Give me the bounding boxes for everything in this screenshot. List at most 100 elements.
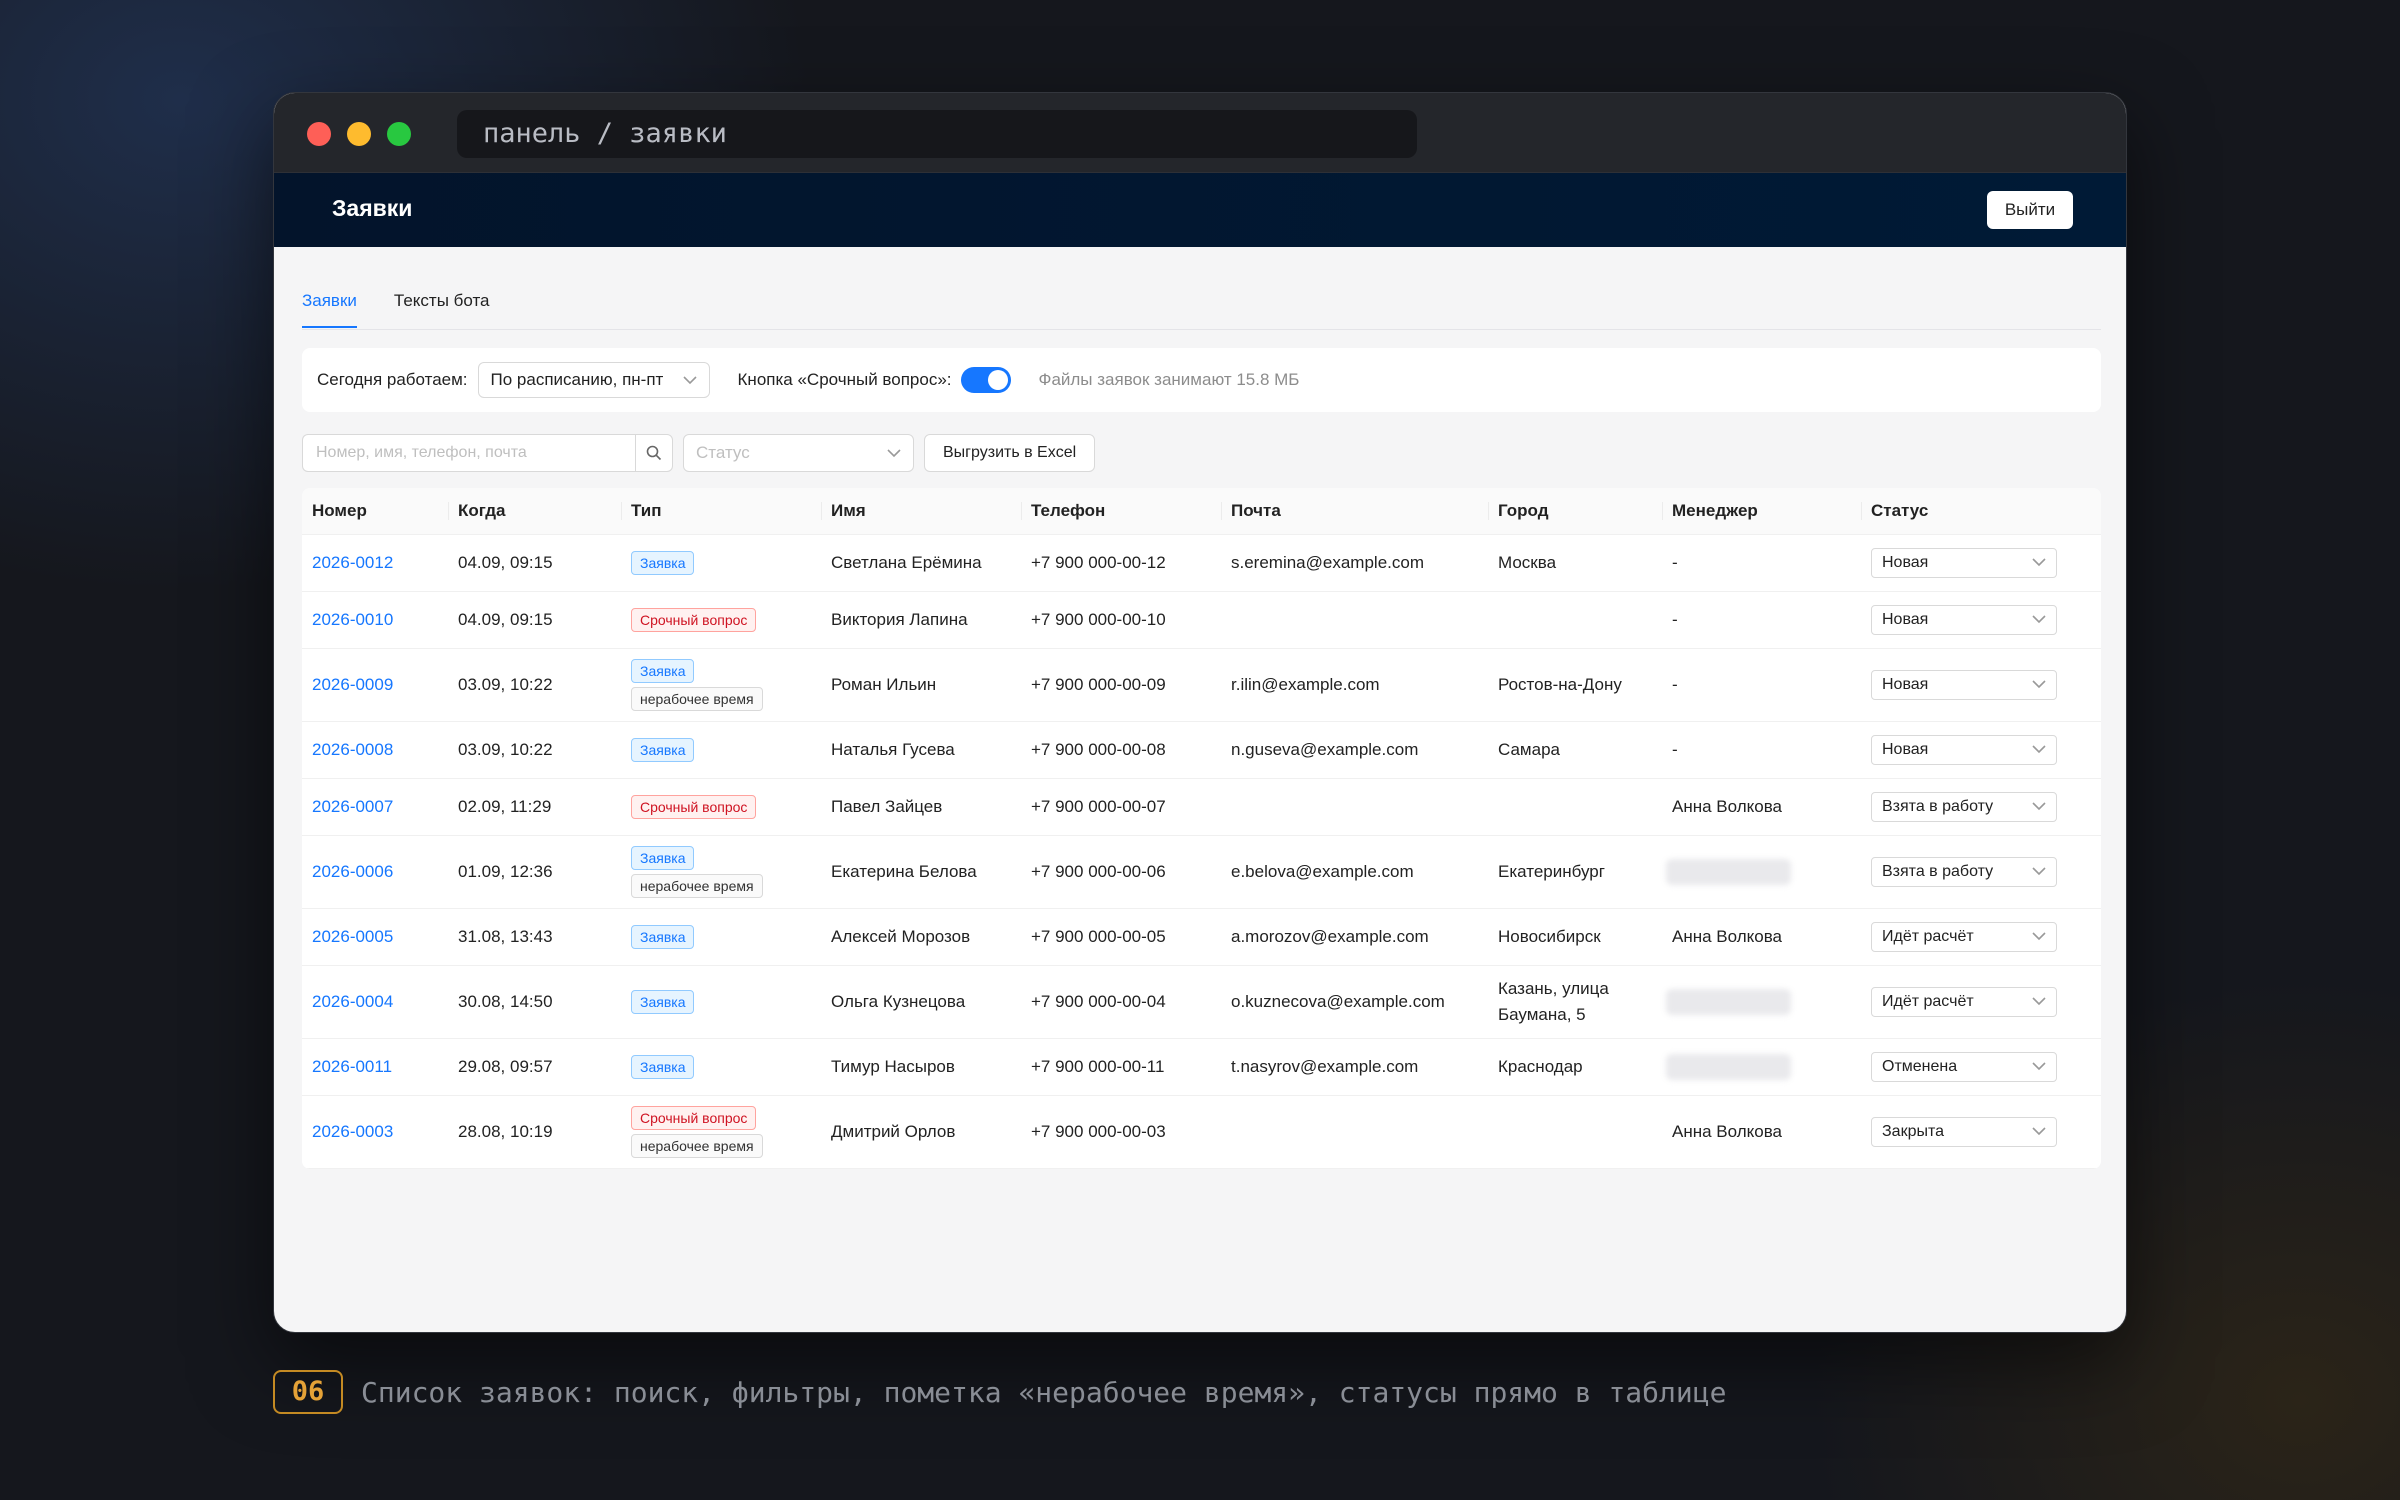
maximize-window-button[interactable] <box>387 122 411 146</box>
client-email: n.guseva@example.com <box>1231 739 1419 759</box>
table-row[interactable]: 2026-0010 04.09, 09:15 Срочный вопрос Викто… <box>302 591 2101 649</box>
tab-bar: Заявки Тексты бота <box>302 291 490 328</box>
request-time: 03.09, 10:22 <box>458 674 553 694</box>
table-row[interactable]: 2026-0007 02.09, 11:29 Срочный вопрос Павел… <box>302 778 2101 836</box>
request-number-link[interactable]: 2026-0011 <box>312 1057 392 1076</box>
table-row[interactable]: 2026-0005 31.08, 13:43 Заявка Алексей Мороз… <box>302 908 2101 966</box>
type-tags: Заявка <box>631 924 821 949</box>
schedule-select[interactable]: По расписанию, пн-пт <box>477 362 710 398</box>
table-row[interactable]: 2026-0004 30.08, 14:50 Заявка Ольга Кузнецо… <box>302 965 2101 1039</box>
client-phone: +7 900 000-00-06 <box>1031 861 1166 881</box>
table-row[interactable]: 2026-0006 01.09, 12:36 Заявка нерабочее вре… <box>302 835 2101 909</box>
client-name: Тимур Насыров <box>831 1056 955 1076</box>
request-number-link[interactable]: 2026-0006 <box>312 862 393 881</box>
column-header[interactable]: Статус <box>1861 488 2101 535</box>
client-city: Ростов-на-Дону <box>1498 674 1622 694</box>
table-row[interactable]: 2026-0003 28.08, 10:19 Срочный вопрос нераб… <box>302 1095 2101 1169</box>
request-number-link[interactable]: 2026-0008 <box>312 740 393 759</box>
column-header[interactable]: Когда <box>448 488 621 535</box>
tab-requests[interactable]: Заявки <box>302 291 357 328</box>
table-row[interactable]: 2026-0011 29.08, 09:57 Заявка Тимур Насыров… <box>302 1038 2101 1096</box>
chevron-down-icon <box>2032 558 2046 567</box>
client-phone: +7 900 000-00-09 <box>1031 674 1166 694</box>
status-select-value: Взята в работу <box>1882 862 1994 880</box>
address-bar[interactable]: панель / заявки <box>457 110 1417 158</box>
close-window-button[interactable] <box>307 122 331 146</box>
requests-table: Номер Когда Тип Имя Телефон Почта Город … <box>302 488 2101 1169</box>
type-tags: Заявка <box>631 1054 821 1079</box>
table-row[interactable]: 2026-0008 03.09, 10:22 Заявка Наталья Гусев… <box>302 721 2101 779</box>
table-row[interactable]: 2026-0012 04.09, 09:15 Заявка Светлана Ерём… <box>302 534 2101 592</box>
status-select-value: Отменена <box>1882 1057 1958 1075</box>
logout-button[interactable]: Выйти <box>1987 191 2073 229</box>
client-name: Светлана Ерёмина <box>831 552 982 572</box>
status-select[interactable]: Идёт расчёт <box>1871 986 2057 1017</box>
type-tag: Заявка <box>631 924 695 949</box>
status-select[interactable]: Закрыта <box>1871 1116 2057 1147</box>
client-phone: +7 900 000-00-03 <box>1031 1121 1166 1141</box>
export-excel-button[interactable]: Выгрузить в Excel <box>924 434 1096 472</box>
files-size-info: Файлы заявок занимают 15.8 МБ <box>1038 370 1300 389</box>
request-time: 31.08, 13:43 <box>458 926 553 946</box>
request-number-link[interactable]: 2026-0005 <box>312 927 393 946</box>
type-tag: Заявка <box>631 1054 695 1079</box>
column-header[interactable]: Почта <box>1221 488 1488 535</box>
caption-text: Список заявок: поиск, фильтры, пометка «… <box>361 1375 1727 1409</box>
status-select[interactable]: Новая <box>1871 669 2057 700</box>
column-header[interactable]: Тип <box>621 488 821 535</box>
table-row[interactable]: 2026-0009 03.09, 10:22 Заявка нерабочее вре… <box>302 648 2101 722</box>
type-tags: Заявка <box>631 989 821 1014</box>
request-time: 04.09, 09:15 <box>458 552 553 572</box>
status-select[interactable]: Новая <box>1871 734 2057 765</box>
status-filter-select[interactable]: Статус <box>683 434 914 472</box>
client-name: Роман Ильин <box>831 674 937 694</box>
app-window: панель / заявки Заявки Выйти Заявки Текс… <box>273 92 2127 1333</box>
manager-hidden <box>1666 988 1791 1015</box>
status-select[interactable]: Новая <box>1871 547 2057 578</box>
column-header[interactable]: Менеджер <box>1662 488 1861 535</box>
client-phone: +7 900 000-00-05 <box>1031 926 1166 946</box>
manager-name: - <box>1672 739 1678 759</box>
slide-number-badge: 06 <box>273 1370 343 1414</box>
minimize-window-button[interactable] <box>347 122 371 146</box>
client-city: Самара <box>1498 739 1560 759</box>
column-header[interactable]: Телефон <box>1021 488 1221 535</box>
status-select[interactable]: Новая <box>1871 604 2057 635</box>
chevron-down-icon <box>2032 680 2046 689</box>
chevron-down-icon <box>2032 932 2046 941</box>
request-number-link[interactable]: 2026-0010 <box>312 610 393 629</box>
column-header[interactable]: Имя <box>821 488 1021 535</box>
request-time: 30.08, 14:50 <box>458 991 553 1011</box>
request-number-link[interactable]: 2026-0007 <box>312 797 393 816</box>
column-header[interactable]: Номер <box>302 488 448 535</box>
status-filter-placeholder: Статус <box>696 443 750 462</box>
status-select[interactable]: Отменена <box>1871 1051 2057 1082</box>
search-button[interactable] <box>635 434 673 472</box>
type-tags: Срочный вопрос <box>631 607 821 632</box>
client-city: Казань, улица Баумана, 5 <box>1498 978 1609 1024</box>
client-name: Наталья Гусева <box>831 739 955 759</box>
status-select[interactable]: Взята в работу <box>1871 791 2057 822</box>
request-number-link[interactable]: 2026-0009 <box>312 675 393 694</box>
request-time: 03.09, 10:22 <box>458 739 553 759</box>
type-tags: Срочный вопрос нерабочее время <box>631 1105 821 1158</box>
status-select-value: Идёт расчёт <box>1882 992 1974 1010</box>
request-number-link[interactable]: 2026-0003 <box>312 1122 393 1141</box>
manager-name: - <box>1672 674 1678 694</box>
client-name: Ольга Кузнецова <box>831 991 966 1011</box>
status-select-value: Новая <box>1882 553 1929 571</box>
client-phone: +7 900 000-00-11 <box>1031 1056 1165 1076</box>
client-city: Новосибирск <box>1498 926 1601 946</box>
request-number-link[interactable]: 2026-0004 <box>312 992 393 1011</box>
client-city: Краснодар <box>1498 1056 1583 1076</box>
column-header[interactable]: Город <box>1488 488 1662 535</box>
client-phone: +7 900 000-00-10 <box>1031 609 1166 629</box>
status-select[interactable]: Идёт расчёт <box>1871 921 2057 952</box>
type-tag: Заявка <box>631 845 695 870</box>
status-select[interactable]: Взята в работу <box>1871 856 2057 887</box>
urgent-button-toggle[interactable] <box>960 367 1011 393</box>
search-input[interactable]: Номер, имя, телефон, почта <box>302 434 635 472</box>
request-number-link[interactable]: 2026-0012 <box>312 553 393 572</box>
tab-bot-texts[interactable]: Тексты бота <box>394 291 490 328</box>
client-phone: +7 900 000-00-12 <box>1031 552 1166 572</box>
